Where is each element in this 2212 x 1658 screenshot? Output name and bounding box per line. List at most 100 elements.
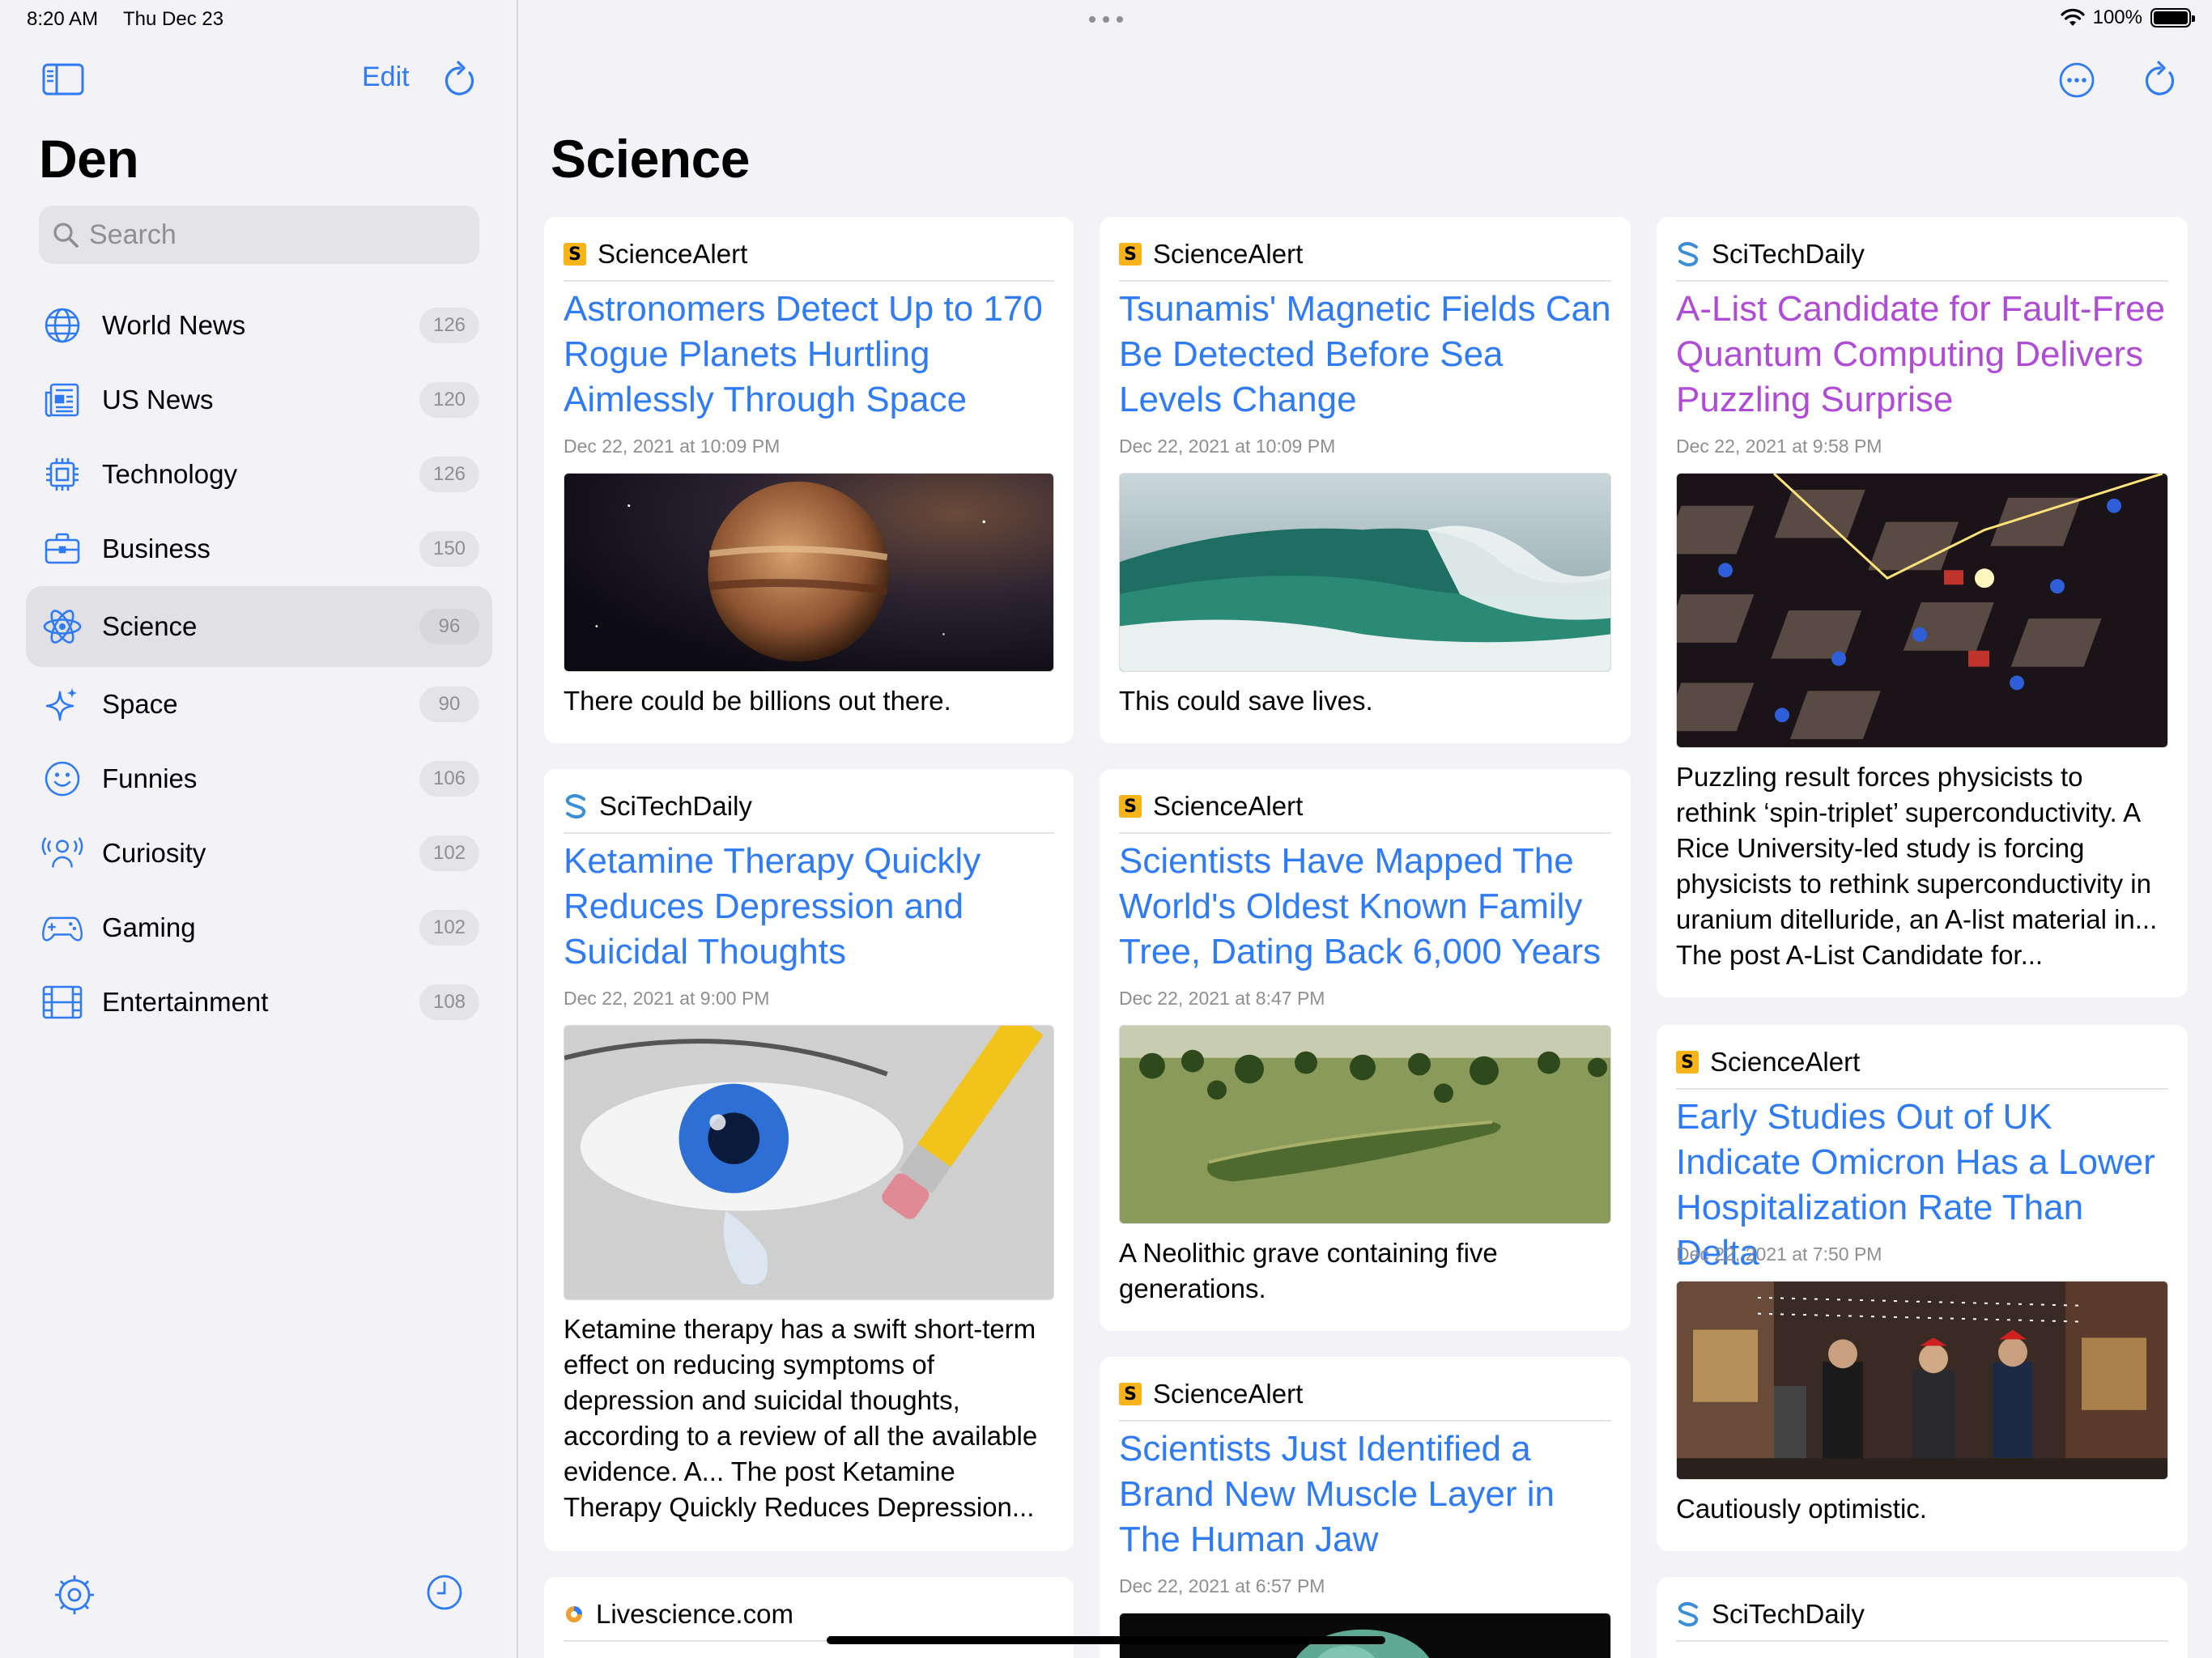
sidebar-item-label: Funnies: [102, 763, 198, 793]
article-headline[interactable]: Ketamine Therapy Quickly Reduces Depress…: [564, 839, 1054, 975]
scitechdaily-logo-icon: [1678, 241, 1699, 267]
sciencealert-logo-icon: S: [564, 243, 586, 266]
source-name: SciTechDaily: [599, 791, 752, 821]
newspaper-icon: [40, 378, 84, 422]
article-timestamp: Dec 22, 2021 at 10:09 PM: [564, 436, 781, 457]
article-source: S ScienceAlert: [564, 228, 1054, 282]
article-card[interactable]: SciTechDaily Ketamine Therapy Quickly Re…: [544, 769, 1074, 1551]
article-source: SciTechDaily: [1676, 228, 2168, 282]
sidebar-item-us-news[interactable]: US News 120: [26, 363, 492, 437]
source-name: ScienceAlert: [598, 239, 748, 269]
scitechdaily-logo-icon: [1678, 1601, 1699, 1627]
edit-button[interactable]: Edit: [362, 62, 410, 93]
sidebar-item-label: Gaming: [102, 912, 196, 942]
sidebar-item-label: Technology: [102, 459, 237, 489]
sidebar-item-gaming[interactable]: Gaming 102: [26, 891, 492, 965]
sidebar-item-curiosity[interactable]: Curiosity 102: [26, 816, 492, 891]
globe-icon: [40, 304, 84, 347]
sidebar-item-label: US News: [102, 385, 214, 414]
source-name: ScienceAlert: [1153, 1379, 1304, 1409]
article-headline[interactable]: Scientists Have Mapped The World's Oldes…: [1119, 839, 1611, 975]
unread-count-badge: 96: [419, 609, 479, 644]
article-thumbnail: [564, 1025, 1054, 1300]
article-card[interactable]: S ScienceAlert Scientists Have Mapped Th…: [1100, 769, 1631, 1331]
sidebar-item-technology[interactable]: Technology 126: [26, 437, 492, 512]
sidebar-toggle-icon[interactable]: [42, 63, 84, 96]
sidebar-item-space[interactable]: Space 90: [26, 667, 492, 742]
article-timestamp: Dec 22, 2021 at 9:00 PM: [564, 988, 770, 1009]
article-summary: There could be billions out there.: [564, 686, 951, 716]
article-summary: Cautiously optimistic.: [1676, 1494, 1927, 1524]
article-thumbnail: [1119, 473, 1611, 672]
settings-gear-icon[interactable]: [53, 1574, 96, 1616]
article-source: Livescience.com: [564, 1588, 1054, 1642]
article-card[interactable]: S ScienceAlert Astronomers Detect Up to …: [544, 217, 1074, 743]
unread-count-badge: 90: [419, 687, 479, 722]
article-thumbnail: [1676, 1281, 2168, 1480]
sciencealert-logo-icon: S: [1119, 243, 1142, 266]
article-source: S ScienceAlert: [1676, 1036, 2168, 1090]
article-card[interactable]: Livescience.com: [544, 1577, 1074, 1658]
home-indicator[interactable]: [827, 1636, 1385, 1644]
article-headline[interactable]: Astronomers Detect Up to 170 Rogue Plane…: [564, 287, 1054, 423]
scitechdaily-logo-icon: [565, 793, 586, 819]
source-name: ScienceAlert: [1710, 1047, 1861, 1077]
source-name: SciTechDaily: [1712, 239, 1865, 269]
status-right: 100%: [2061, 6, 2195, 29]
sparkles-icon: [40, 682, 84, 726]
category-list: World News 126 US News 120 Technology 12…: [26, 288, 492, 1039]
article-source: SciTechDaily: [1676, 1588, 2168, 1642]
article-summary: Puzzling result forces physicists to ret…: [1676, 762, 2158, 970]
unread-count-badge: 120: [419, 382, 479, 418]
sidebar-item-world-news[interactable]: World News 126: [26, 288, 492, 363]
article-card[interactable]: S ScienceAlert Early Studies Out of UK I…: [1657, 1025, 2188, 1551]
sidebar-item-entertainment[interactable]: Entertainment 108: [26, 965, 492, 1039]
article-card[interactable]: SciTechDaily: [1657, 1577, 2188, 1658]
search-field[interactable]: Search: [39, 206, 479, 264]
person-waves-icon: [40, 831, 84, 875]
article-thumbnail: [1676, 473, 2168, 748]
article-timestamp: Dec 22, 2021 at 7:50 PM: [1676, 1244, 1882, 1265]
sidebar-item-label: World News: [102, 310, 246, 340]
article-headline[interactable]: Tsunamis' Magnetic Fields Can Be Detecte…: [1119, 287, 1611, 423]
sidebar-item-funnies[interactable]: Funnies 106: [26, 742, 492, 816]
livescience-logo-icon: [566, 1606, 582, 1622]
article-headline[interactable]: Scientists Just Identified a Brand New M…: [1119, 1426, 1611, 1562]
wifi-icon: [2061, 8, 2085, 26]
unread-count-badge: 126: [419, 308, 479, 343]
article-timestamp: Dec 22, 2021 at 8:47 PM: [1119, 988, 1325, 1009]
article-headline[interactable]: A-List Candidate for Fault-Free Quantum …: [1676, 287, 2168, 423]
sidebar-item-label: Business: [102, 534, 211, 563]
refresh-icon[interactable]: [2142, 60, 2178, 99]
battery-percent: 100%: [2092, 6, 2142, 28]
history-clock-icon[interactable]: [426, 1574, 463, 1611]
article-card[interactable]: S ScienceAlert Scientists Just Identifie…: [1100, 1357, 1631, 1658]
unread-count-badge: 106: [419, 761, 479, 797]
sidebar-item-label: Entertainment: [102, 987, 269, 1017]
article-summary: Ketamine therapy has a swift short-term …: [564, 1314, 1038, 1522]
search-placeholder: Search: [89, 219, 177, 250]
unread-count-badge: 102: [419, 910, 479, 946]
sidebar-item-business[interactable]: Business 150: [26, 512, 492, 586]
article-card[interactable]: SciTechDaily A-List Candidate for Fault-…: [1657, 217, 2188, 997]
article-summary: A Neolithic grave containing five genera…: [1119, 1238, 1498, 1303]
sciencealert-logo-icon: S: [1676, 1051, 1699, 1073]
article-source: S ScienceAlert: [1119, 780, 1611, 834]
refresh-icon[interactable]: [442, 60, 478, 99]
sidebar-item-label: Science: [102, 611, 198, 641]
status-bar: 8:20 AM Thu Dec 23 100%: [0, 0, 2212, 39]
sidebar-item-label: Space: [102, 689, 178, 719]
article-source: SciTechDaily: [564, 780, 1054, 834]
briefcase-icon: [40, 527, 84, 571]
sidebar-item-science[interactable]: Science 96: [26, 586, 492, 667]
more-options-icon[interactable]: [2058, 62, 2095, 99]
unread-count-badge: 102: [419, 835, 479, 871]
multitasking-dots-icon[interactable]: [1089, 16, 1123, 23]
article-thumbnail: [1119, 1613, 1611, 1658]
article-card[interactable]: S ScienceAlert Tsunamis' Magnetic Fields…: [1100, 217, 1631, 743]
sciencealert-logo-icon: S: [1119, 795, 1142, 818]
main-content: Science S ScienceAlert Astronomers Detec…: [520, 0, 2212, 1658]
cpu-icon: [40, 453, 84, 496]
article-summary: This could save lives.: [1119, 686, 1373, 716]
status-time: 8:20 AM: [27, 8, 99, 30]
